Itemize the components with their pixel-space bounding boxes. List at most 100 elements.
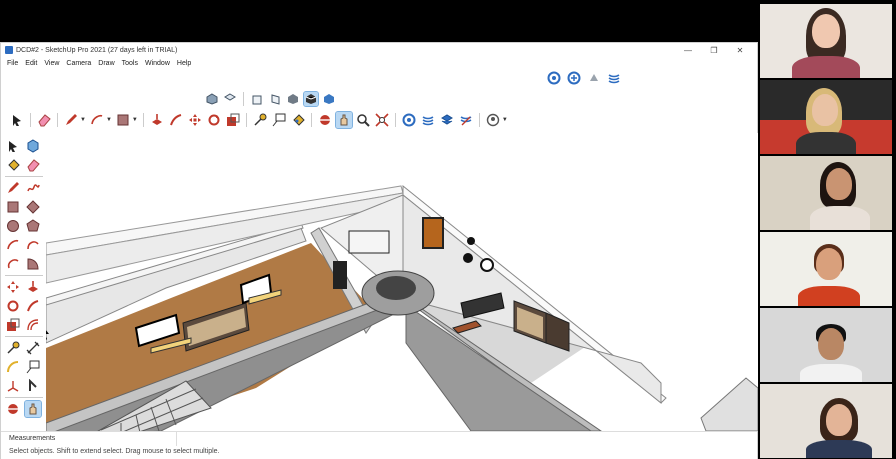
scale-icon[interactable] [225, 112, 241, 128]
profile-icon[interactable] [485, 112, 501, 128]
layout-icon[interactable] [439, 112, 455, 128]
participant-video[interactable] [760, 232, 892, 306]
toolbar-separator [5, 336, 43, 337]
tape-measure-icon[interactable] [5, 340, 21, 356]
select-arrow-icon[interactable] [9, 112, 25, 128]
3d-text-icon[interactable] [25, 378, 41, 394]
close-button[interactable]: ✕ [727, 46, 753, 55]
pencil-icon[interactable] [5, 180, 21, 196]
menu-help[interactable]: Help [177, 60, 191, 67]
extension-warehouse-icon[interactable] [420, 112, 436, 128]
pencil-icon[interactable] [63, 112, 79, 128]
rectangle-icon[interactable] [115, 112, 131, 128]
arc-icon[interactable] [5, 237, 21, 253]
follow-me-icon[interactable] [25, 298, 41, 314]
toolbar-separator [30, 113, 31, 127]
toolbar-separator [5, 397, 43, 398]
menu-view[interactable]: View [44, 60, 59, 67]
move-icon[interactable] [5, 279, 21, 295]
drum-kit [376, 276, 416, 300]
front-view-icon[interactable] [250, 92, 264, 106]
participant-video[interactable] [760, 4, 892, 78]
menu-camera[interactable]: Camera [66, 60, 91, 67]
wall-clock [480, 258, 494, 272]
component-icon[interactable] [25, 138, 41, 154]
shaded-style-icon[interactable] [303, 91, 319, 107]
maximize-button[interactable]: ❐ [701, 46, 727, 55]
toolbar-separator [243, 92, 244, 106]
rotate-icon[interactable] [5, 298, 21, 314]
three-point-arc-icon[interactable] [5, 256, 21, 272]
two-point-arc-icon[interactable] [25, 237, 41, 253]
dropdown-caret-icon[interactable]: ▼ [132, 117, 138, 123]
scale-icon[interactable] [5, 317, 21, 333]
participant-video[interactable] [760, 384, 892, 458]
participant-video[interactable] [760, 80, 892, 154]
toolbar-separator [478, 113, 480, 127]
orbit-icon[interactable] [5, 401, 21, 417]
polygon-icon[interactable] [25, 218, 41, 234]
back-view-icon[interactable] [286, 92, 300, 106]
minimize-button[interactable]: — [675, 46, 701, 55]
paint-bucket-icon[interactable] [5, 157, 21, 173]
participants-panel [760, 4, 892, 459]
rotate-icon[interactable] [206, 112, 222, 128]
toolbar-separator [5, 176, 43, 177]
follow-me-icon[interactable] [168, 112, 184, 128]
push-pull-icon[interactable] [149, 112, 165, 128]
menu-bar: File Edit View Camera Draw Tools Window … [1, 57, 757, 69]
main-toolbar: ▼ ▼ ▼ ▼ [9, 111, 508, 129]
select-arrow-icon[interactable] [5, 138, 21, 154]
axes-icon[interactable] [5, 378, 21, 394]
pie-icon[interactable] [25, 256, 41, 272]
eraser-icon[interactable] [36, 112, 52, 128]
extension-warehouse-icon[interactable] [606, 70, 622, 86]
freehand-icon[interactable] [25, 180, 41, 196]
right-view-icon[interactable] [268, 92, 282, 106]
toolbar-separator [245, 113, 247, 127]
house-model-drawing [46, 184, 758, 431]
zoom-extents-icon[interactable] [374, 112, 390, 128]
3d-warehouse-icon[interactable] [546, 70, 562, 86]
zoom-icon[interactable] [355, 112, 371, 128]
toolbar-separator [142, 113, 144, 127]
dropdown-caret-icon[interactable]: ▼ [80, 117, 86, 123]
menu-window[interactable]: Window [145, 60, 170, 67]
circle-icon[interactable] [5, 218, 21, 234]
3d-warehouse-icon[interactable] [401, 112, 417, 128]
participant-video[interactable] [760, 308, 892, 382]
menu-file[interactable]: File [7, 60, 18, 67]
pan-icon[interactable] [334, 111, 353, 129]
move-icon[interactable] [187, 112, 203, 128]
extension-manager-icon[interactable] [458, 112, 474, 128]
menu-tools[interactable]: Tools [122, 60, 138, 67]
rotated-rectangle-icon[interactable] [25, 199, 41, 215]
share-component-icon[interactable] [586, 70, 602, 86]
iso-view-icon[interactable] [205, 92, 219, 106]
arc-icon[interactable] [89, 112, 105, 128]
text-icon[interactable] [25, 359, 41, 375]
eraser-icon[interactable] [25, 157, 41, 173]
top-view-icon[interactable] [223, 92, 237, 106]
participant-video[interactable] [760, 156, 892, 230]
textured-style-icon[interactable] [322, 92, 336, 106]
tape-measure-icon[interactable] [252, 112, 268, 128]
share-model-icon[interactable] [566, 70, 582, 86]
orbit-icon[interactable] [317, 112, 333, 128]
offset-icon[interactable] [25, 317, 41, 333]
dropdown-caret-icon[interactable]: ▼ [502, 117, 508, 123]
dropdown-caret-icon[interactable]: ▼ [106, 117, 112, 123]
push-pull-icon[interactable] [25, 279, 41, 295]
model-viewport[interactable] [46, 133, 758, 431]
pan-icon[interactable] [24, 400, 42, 418]
text-icon[interactable] [271, 112, 287, 128]
protractor-icon[interactable] [5, 359, 21, 375]
sketchup-window: DCD#2 - SketchUp Pro 2021 (27 days left … [0, 42, 758, 459]
measurements-label: Measurements [9, 435, 56, 442]
menu-draw[interactable]: Draw [98, 60, 114, 67]
dimension-icon[interactable] [25, 340, 41, 356]
paint-bucket-icon[interactable] [290, 112, 306, 128]
menu-edit[interactable]: Edit [25, 60, 37, 67]
measurements-box[interactable]: Measurements [1, 432, 177, 446]
rectangle-icon[interactable] [5, 199, 21, 215]
